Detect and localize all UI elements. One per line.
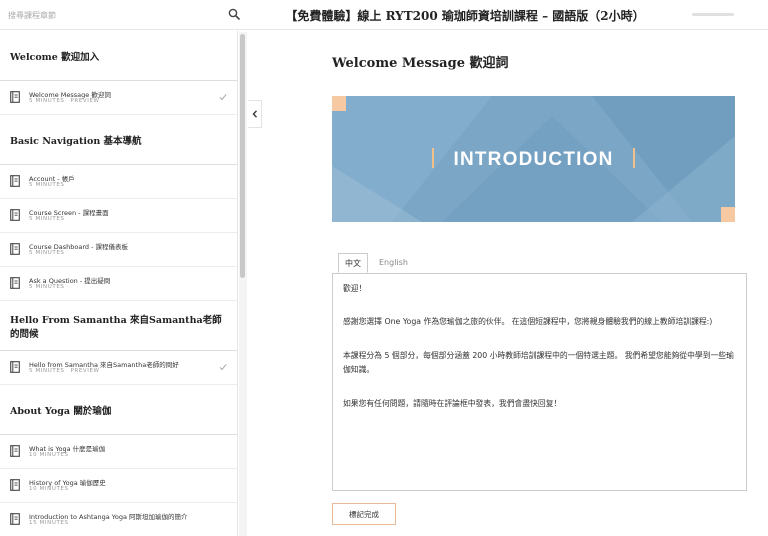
lesson-duration: 5 MINUTES	[29, 284, 65, 290]
lesson-item-meta: 10 MINUTES	[29, 452, 69, 458]
banner-text: INTRODUCTION	[453, 149, 613, 170]
lesson-document-icon	[10, 479, 20, 491]
lesson-text-panel: 歡迎！ 感謝您選擇 One Yoga 作為您瑜伽之旅的伙伴。 在這個短課程中，您…	[332, 273, 747, 491]
lesson-item[interactable]: History of Yoga 瑜伽歷史 10 MINUTES	[0, 469, 237, 503]
lesson-document-icon	[10, 445, 20, 457]
lesson-duration: 5 MINUTES	[29, 250, 65, 256]
lesson-item[interactable]: Ask a Question - 提出疑問 5 MINUTES	[0, 267, 237, 301]
paragraph-questions: 如果您有任何問題，請隨時在評論框中發表，我們會盡快回复！	[343, 399, 562, 408]
lesson-item-meta: 5 MINUTES	[29, 284, 64, 290]
top-bar: 【免費體驗】線上 RYT200 瑜珈師資培訓課程 – 國語版（2小時）	[0, 0, 768, 30]
sidebar-scrollbar[interactable]	[239, 32, 247, 536]
lesson-item[interactable]: Account - 帳戶 5 MINUTES	[0, 165, 237, 199]
lesson-banner-image: INTRODUCTION	[332, 96, 735, 222]
lesson-document-icon	[10, 513, 20, 525]
lesson-content: Welcome Message 歡迎詞 INTRODUCTION 中文 Engl…	[262, 31, 768, 536]
lesson-item[interactable]: Welcome Message 歡迎詞 5 MINUTES PREVIEW	[0, 81, 237, 115]
preview-badge: PREVIEW	[70, 368, 100, 374]
section-header[interactable]: About Yoga 關於瑜伽	[0, 385, 237, 435]
lesson-item-meta: 5 MINUTES	[29, 250, 64, 256]
lesson-document-icon	[10, 91, 20, 103]
completed-check-icon	[219, 93, 227, 101]
lesson-document-icon	[10, 243, 20, 255]
course-progress-bar	[692, 13, 734, 16]
lesson-document-icon	[10, 209, 20, 221]
mark-complete-button[interactable]: 標記完成	[332, 503, 396, 525]
lesson-item-meta: 5 MINUTES	[29, 216, 64, 222]
course-title: 【免費體驗】線上 RYT200 瑜珈師資培訓課程 – 國語版（2小時）	[285, 9, 645, 23]
section-header[interactable]: Hello From Samantha 來自Samantha老師的問候	[0, 301, 237, 351]
paragraph-welcome: 歡迎！	[343, 284, 367, 293]
lesson-duration: 5 MINUTES	[29, 98, 65, 104]
search-icon[interactable]	[228, 8, 240, 20]
lesson-item[interactable]: What is Yoga 什麼是瑜伽 10 MINUTES	[0, 435, 237, 469]
lesson-item[interactable]: Hello from Samantha 來自Samantha老師的問好 5 MIN…	[0, 351, 237, 385]
paragraph-thanks: 感謝您選擇 One Yoga 作為您瑜伽之旅的伙伴。 在這個短課程中，您將親身體…	[343, 317, 713, 326]
lesson-item-meta: 5 MINUTES PREVIEW	[29, 368, 100, 374]
lesson-item-meta: 5 MINUTES PREVIEW	[29, 98, 100, 104]
curriculum-sidebar: Welcome 歡迎加入 Welcome Message 歡迎詞 5 MINUTES…	[0, 31, 238, 536]
lesson-item[interactable]: Course Dashboard - 課程儀表板 5 MINUTES	[0, 233, 237, 267]
lesson-item-meta: 10 MINUTES	[29, 486, 69, 492]
lesson-duration: 5 MINUTES	[29, 182, 65, 188]
sidebar-scroll-thumb[interactable]	[240, 34, 245, 278]
paragraph-structure: 本課程分為 5 個部分，每個部分涵蓋 200 小時教師培訓課程中的一個特選主題。…	[343, 351, 734, 374]
lesson-document-icon	[10, 277, 20, 289]
collapse-sidebar-button[interactable]	[248, 100, 262, 128]
lesson-item-meta: 15 MINUTES	[29, 520, 69, 526]
section-header[interactable]: Welcome 歡迎加入	[0, 31, 237, 81]
lesson-duration: 5 MINUTES	[29, 368, 65, 374]
lesson-duration: 10 MINUTES	[29, 452, 69, 458]
tab-english[interactable]: English	[372, 253, 415, 273]
lesson-title: Welcome Message 歡迎詞	[332, 56, 509, 71]
lesson-duration: 10 MINUTES	[29, 486, 69, 492]
lesson-duration: 15 MINUTES	[29, 520, 69, 526]
language-tabs: 中文 English	[338, 253, 419, 273]
preview-badge: PREVIEW	[70, 98, 100, 104]
lesson-item[interactable]: Course Screen - 課程畫面 5 MINUTES	[0, 199, 237, 233]
completed-check-icon	[219, 363, 227, 371]
lesson-document-icon	[10, 175, 20, 187]
section-header[interactable]: Basic Navigation 基本導航	[0, 115, 237, 165]
lesson-item-meta: 5 MINUTES	[29, 182, 64, 188]
lesson-document-icon	[10, 361, 20, 373]
lesson-item[interactable]: Introduction to Ashtanga Yoga 阿斯坦加瑜伽的簡介 1…	[0, 503, 237, 536]
tab-chinese[interactable]: 中文	[338, 253, 368, 273]
search-input[interactable]	[8, 6, 218, 24]
chevron-left-icon	[252, 110, 257, 118]
lesson-duration: 5 MINUTES	[29, 216, 65, 222]
